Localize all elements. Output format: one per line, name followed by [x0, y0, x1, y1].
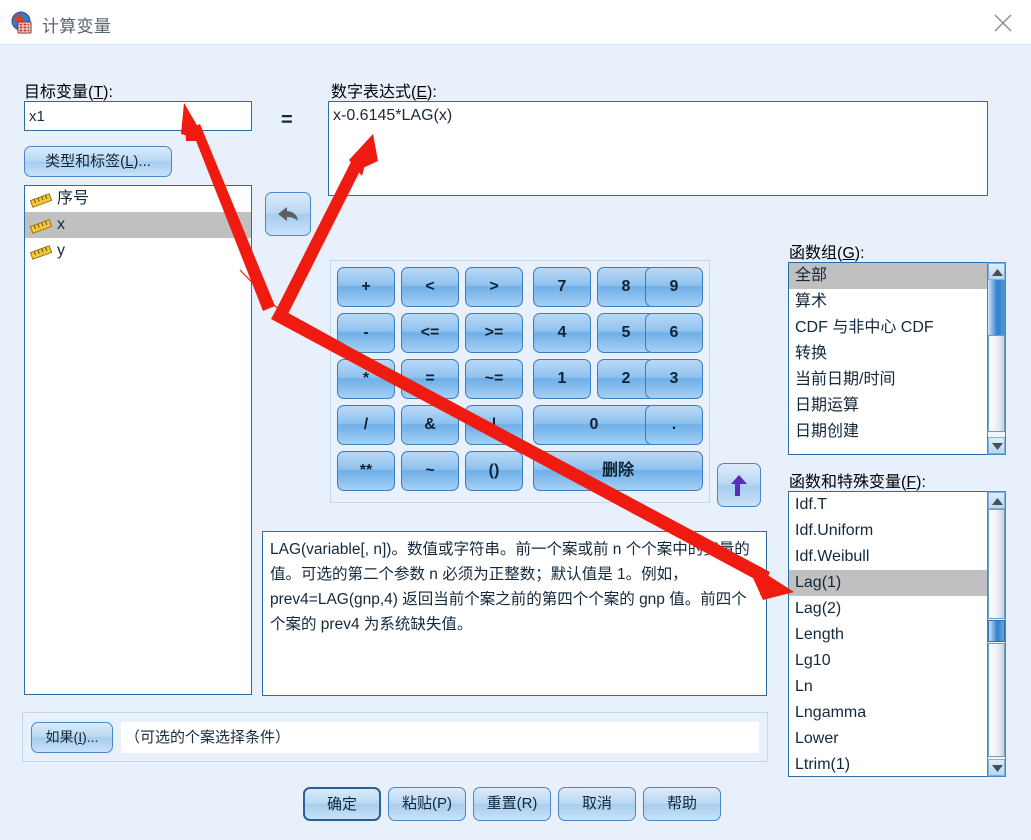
- keypad-key-minus[interactable]: -: [337, 313, 395, 353]
- keypad-key-7[interactable]: 7: [533, 267, 591, 307]
- list-item[interactable]: Lag(1): [789, 570, 1005, 596]
- dialog-body: 目标变量(T): x1 类型和标签(L)... = 数字表达式(E): x-0.…: [0, 45, 1031, 840]
- keypad-key-9[interactable]: 9: [645, 267, 703, 307]
- list-item-label: x: [57, 216, 65, 233]
- scale-measure-icon: [29, 217, 53, 234]
- numeric-expression-input[interactable]: x-0.6145*LAG(x): [328, 101, 988, 196]
- keypad-key-divide[interactable]: /: [337, 405, 395, 445]
- list-item[interactable]: 日期运算: [789, 393, 1005, 419]
- chevron-up-icon: [992, 498, 1003, 505]
- scroll-track-filled[interactable]: [988, 280, 1005, 335]
- scale-measure-icon: [29, 191, 53, 208]
- list-item[interactable]: Lg10: [789, 648, 1005, 674]
- keypad-key-6[interactable]: 6: [645, 313, 703, 353]
- keypad-key-less[interactable]: <: [401, 267, 459, 307]
- type-and-label-button[interactable]: 类型和标签(L)...: [24, 146, 172, 177]
- if-condition-button[interactable]: 如果(I)...: [31, 722, 113, 753]
- keypad-key-greater[interactable]: >: [465, 267, 523, 307]
- target-variable-input[interactable]: x1: [24, 101, 252, 131]
- arrow-left-icon: [278, 207, 298, 221]
- keypad-key-3[interactable]: 3: [645, 359, 703, 399]
- scroll-down-button[interactable]: [988, 437, 1005, 454]
- keypad-key-decimal[interactable]: .: [645, 405, 703, 445]
- keypad-key-multiply[interactable]: *: [337, 359, 395, 399]
- scroll-up-button[interactable]: [988, 492, 1005, 509]
- list-item[interactable]: Ln: [789, 674, 1005, 700]
- list-item[interactable]: Lower: [789, 726, 1005, 752]
- cancel-button[interactable]: 取消: [558, 787, 636, 821]
- transfer-variable-button[interactable]: [265, 192, 311, 236]
- list-item[interactable]: Idf.Weibull: [789, 544, 1005, 570]
- keypad-key-parentheses[interactable]: (): [465, 451, 523, 491]
- equals-sign: =: [281, 109, 293, 131]
- list-item[interactable]: Length: [789, 622, 1005, 648]
- keypad-key-less-equal[interactable]: <=: [401, 313, 459, 353]
- ok-button[interactable]: 确定: [303, 787, 381, 821]
- scroll-thumb-upper[interactable]: [988, 509, 1005, 619]
- scroll-thumb-lower[interactable]: [988, 643, 1005, 757]
- variable-list[interactable]: 序号 x y: [24, 185, 252, 695]
- list-item[interactable]: 全部: [789, 263, 1005, 289]
- insert-function-button[interactable]: [717, 463, 761, 507]
- window-title: 计算变量: [42, 17, 112, 36]
- list-item[interactable]: 算术: [789, 289, 1005, 315]
- functions-label: 函数和特殊变量(F):: [789, 474, 926, 491]
- keypad-key-4[interactable]: 4: [533, 313, 591, 353]
- scroll-thumb[interactable]: [988, 335, 1005, 432]
- keypad-key-not-equal[interactable]: ~=: [465, 359, 523, 399]
- list-item[interactable]: Ltrim(1): [789, 752, 1005, 776]
- paste-button[interactable]: 粘贴(P): [388, 787, 466, 821]
- condition-display: （可选的个案选择条件）: [121, 722, 759, 753]
- keypad-key-not[interactable]: ~: [401, 451, 459, 491]
- list-item[interactable]: 转换: [789, 341, 1005, 367]
- variable-list-items: 序号 x y: [25, 186, 251, 264]
- function-description: LAG(variable[, n])。数值或字符串。前一个案或前 n 个个案中的…: [262, 531, 767, 696]
- list-item[interactable]: 日期创建: [789, 419, 1005, 445]
- expression-label: 数字表达式(E):: [331, 84, 437, 101]
- close-button[interactable]: [975, 0, 1031, 44]
- list-item-label: 序号: [57, 190, 90, 207]
- keypad-key-equal[interactable]: =: [401, 359, 459, 399]
- functions-list[interactable]: Idf.T Idf.Uniform Idf.Weibull Lag(1) Lag…: [788, 491, 1006, 777]
- title-bar: 计算变量: [0, 0, 1031, 45]
- list-item[interactable]: Idf.T: [789, 492, 1005, 518]
- arrow-up-icon: [731, 475, 747, 496]
- help-button[interactable]: 帮助: [643, 787, 721, 821]
- list-item[interactable]: Lngamma: [789, 700, 1005, 726]
- keypad-key-0[interactable]: 0: [533, 405, 655, 445]
- list-item[interactable]: y: [25, 238, 251, 264]
- close-icon: [994, 14, 1012, 32]
- keypad-key-or[interactable]: |: [465, 405, 523, 445]
- list-item[interactable]: Idf.Uniform: [789, 518, 1005, 544]
- compute-variable-dialog: 计算变量 目标变量(T): x1 类型和标签(L)... = 数字表达式(E):…: [0, 0, 1031, 840]
- list-item[interactable]: Lag(2): [789, 596, 1005, 622]
- target-variable-label: 目标变量(T):: [24, 84, 113, 101]
- list-item[interactable]: CDF 与非中心 CDF: [789, 315, 1005, 341]
- condition-panel: 如果(I)... （可选的个案选择条件）: [22, 712, 768, 762]
- function-group-list[interactable]: 全部 算术 CDF 与非中心 CDF 转换 当前日期/时间 日期运算 日期创建: [788, 262, 1006, 455]
- list-item[interactable]: x: [25, 212, 251, 238]
- keypad-key-greater-equal[interactable]: >=: [465, 313, 523, 353]
- keypad-panel: + < > 7 8 9 - <= >= 4 5 6 * = ~= 1 2 3 /…: [330, 260, 710, 503]
- list-item[interactable]: 当前日期/时间: [789, 367, 1005, 393]
- scroll-thumb[interactable]: [988, 620, 1005, 642]
- list-item[interactable]: 序号: [25, 186, 251, 212]
- function-group-label: 函数组(G):: [789, 245, 865, 262]
- chevron-up-icon: [992, 269, 1003, 276]
- scroll-down-button[interactable]: [988, 759, 1005, 776]
- keypad-key-and[interactable]: &: [401, 405, 459, 445]
- scale-measure-icon: [29, 243, 53, 260]
- keypad-key-delete[interactable]: 删除: [533, 451, 703, 491]
- keypad-key-1[interactable]: 1: [533, 359, 591, 399]
- keypad-key-plus[interactable]: +: [337, 267, 395, 307]
- function-group-scrollbar[interactable]: [987, 262, 1006, 455]
- chevron-down-icon: [992, 443, 1003, 450]
- list-item-label: y: [57, 242, 65, 259]
- functions-scrollbar[interactable]: [987, 491, 1006, 777]
- reset-button[interactable]: 重置(R): [473, 787, 551, 821]
- compute-variable-icon: [10, 11, 33, 34]
- keypad-key-power[interactable]: **: [337, 451, 395, 491]
- chevron-down-icon: [992, 765, 1003, 772]
- scroll-up-button[interactable]: [988, 263, 1005, 280]
